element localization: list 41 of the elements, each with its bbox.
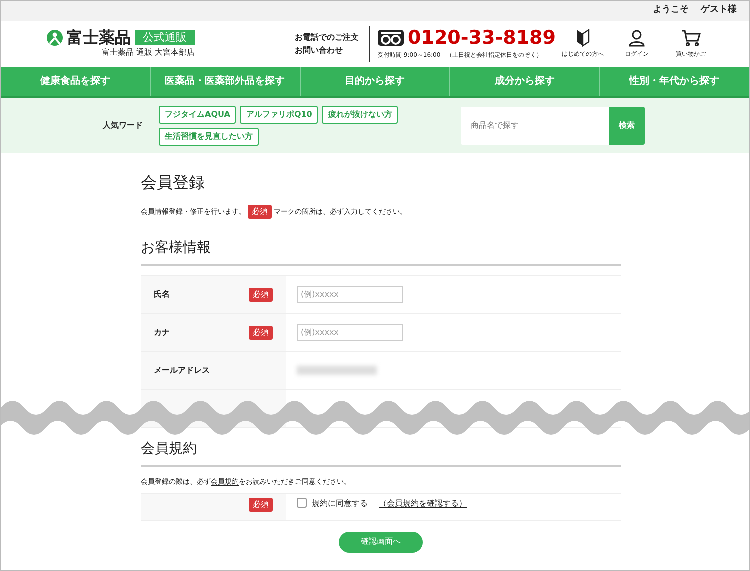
agree-label: 規約に同意する — [312, 498, 368, 510]
nav-tab[interactable]: 医薬品・医薬部外品を探す — [150, 67, 300, 96]
phone-label: お電話でのご注文 — [295, 32, 360, 44]
keyword-tag[interactable]: 疲れが抜けない方 — [322, 106, 398, 124]
text-field[interactable]: (例)xxxxx — [297, 324, 403, 341]
section-title: お客様情報 — [141, 241, 621, 266]
greeting-text: ようこそ — [653, 4, 689, 18]
required-badge: 必須 — [249, 326, 273, 340]
logo-badge: 公式通販 — [135, 30, 195, 46]
field-label: カナ — [154, 326, 170, 338]
phone-number: 0120-33-8189 — [408, 28, 556, 48]
search-field[interactable]: 商品名で探す — [461, 106, 609, 144]
keyword-tag[interactable]: フジタイムAQUA — [159, 106, 236, 124]
page-title: 会員登録 — [141, 175, 206, 191]
field-label: メールアドレス — [154, 364, 210, 376]
field-label: 氏名 — [154, 288, 170, 300]
nav-tab[interactable]: 成分から探す — [449, 67, 600, 96]
logo-text: 富士薬品 — [67, 30, 131, 46]
confirm-button[interactable]: 確認画面へ — [339, 532, 423, 552]
store-name: 富士薬品 通販 大宮本部店 — [102, 46, 195, 58]
nav-tab[interactable]: 目的から探す — [300, 67, 450, 96]
section-title: 会員規約 — [141, 442, 621, 467]
nav-tab[interactable]: 性別・年代から探す — [599, 67, 749, 96]
required-badge: 必須 — [249, 498, 273, 512]
cart-icon — [681, 29, 701, 47]
free-dial-icon — [378, 30, 404, 46]
user-name: ゲスト様 — [701, 4, 737, 18]
keyword-tag[interactable]: アルファリポQ10 — [240, 106, 318, 124]
agree-checkbox[interactable] — [297, 498, 307, 508]
keyword-tag[interactable]: 生活習慣を見直したい方 — [159, 128, 259, 146]
search-button[interactable]: 検索 — [609, 106, 645, 144]
logo-icon — [47, 30, 63, 46]
leaf-mark-icon — [576, 29, 590, 47]
popular-words-label: 人気ワード — [102, 120, 144, 132]
user-icon — [628, 29, 646, 47]
nav-tab[interactable]: 健康食品を探す — [1, 67, 150, 96]
required-badge: 必須 — [248, 205, 272, 219]
terms-confirm-link[interactable]: （会員規約を確認する） — [379, 498, 467, 510]
required-badge: 必須 — [249, 288, 273, 302]
text-field[interactable]: (例)xxxxx — [297, 286, 403, 303]
phone-label: お問い合わせ — [295, 45, 344, 57]
